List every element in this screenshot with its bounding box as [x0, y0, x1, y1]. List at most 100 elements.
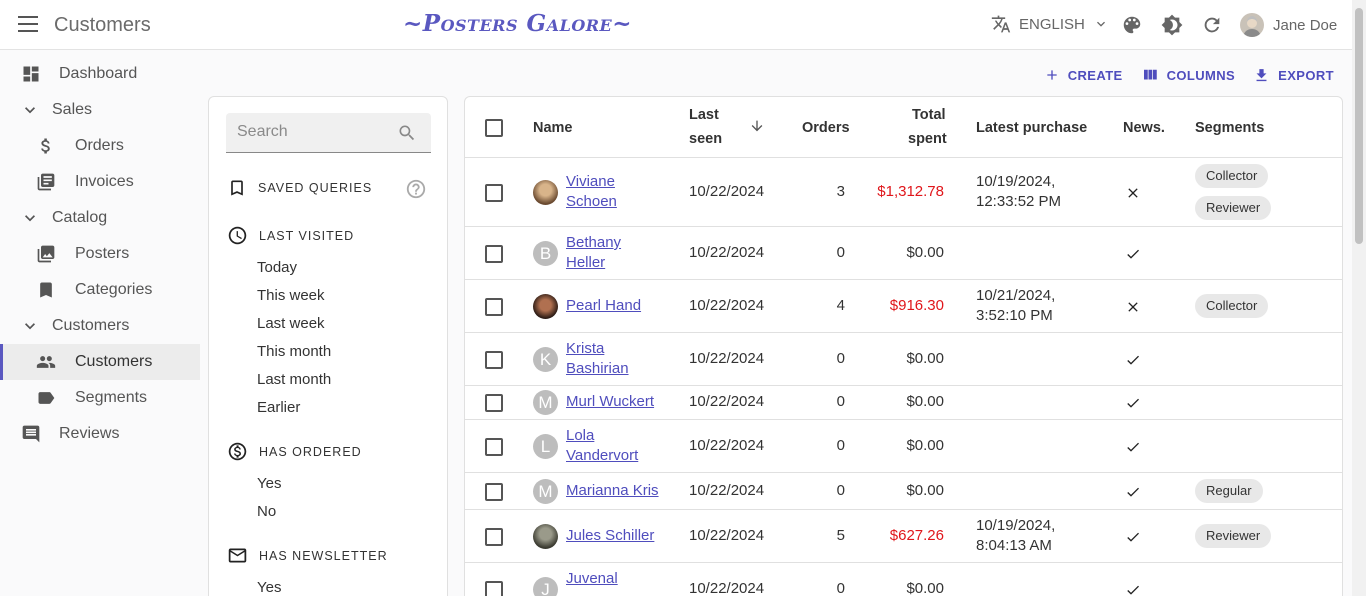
check-icon: [1127, 532, 1139, 542]
customer-name-link[interactable]: Krista Bashirian: [566, 339, 629, 379]
dashboard-icon: [23, 66, 39, 82]
search-input[interactable]: [226, 113, 386, 151]
customers-table: Name Last seen Orders Total spent Latest…: [464, 96, 1343, 596]
table-row[interactable]: Jules Schiller 10/22/2024 5 $627.26 10/1…: [465, 510, 1342, 563]
select-all-checkbox[interactable]: [485, 119, 503, 137]
table-row[interactable]: Viviane Schoen 10/22/2024 3 $1,312.78 10…: [465, 158, 1342, 227]
customer-name-link[interactable]: Marianna Kris: [566, 481, 659, 501]
segment-chip: Reviewer: [1195, 196, 1272, 220]
sidebar-item-segments[interactable]: Segments: [0, 380, 200, 416]
filter-this-week[interactable]: This week: [257, 287, 325, 304]
columns-button[interactable]: COLUMNS: [1141, 66, 1236, 84]
row-checkbox[interactable]: [485, 581, 503, 596]
segment-chip: Collector: [1195, 164, 1269, 188]
search-field[interactable]: [226, 113, 431, 153]
filter-sidebar: SAVED QUERIES LAST VISITED Today This we…: [208, 96, 448, 596]
customer-name-link[interactable]: Murl Wuckert: [566, 392, 654, 412]
help-icon[interactable]: [405, 178, 427, 200]
column-newsletter[interactable]: News.: [1123, 116, 1165, 140]
sidebar-item-posters[interactable]: Posters: [0, 236, 200, 272]
saved-queries-header: SAVED QUERIES: [227, 178, 372, 198]
table-row[interactable]: M Marianna Kris 10/22/2024 0 $0.00 Regul…: [465, 473, 1342, 510]
column-latest-purchase[interactable]: Latest purchase: [976, 116, 1087, 140]
image-icon: [37, 245, 55, 263]
page-scrollbar[interactable]: [1352, 0, 1366, 596]
table-row[interactable]: K Krista Bashirian 10/22/2024 0 $0.00: [465, 333, 1342, 386]
customer-name-link[interactable]: Pearl Hand: [566, 296, 641, 316]
user-menu[interactable]: Jane Doe: [1240, 13, 1337, 37]
column-last-seen-line1[interactable]: Last: [689, 103, 719, 127]
sidebar-item-customers[interactable]: Customers: [0, 344, 200, 380]
customer-name-link[interactable]: Jules Schiller: [566, 526, 654, 546]
latest-purchase: 10/21/2024, 3:52:10 PM: [976, 287, 1056, 324]
customer-name-link[interactable]: Juvenal: [566, 569, 618, 589]
filter-today[interactable]: Today: [257, 259, 297, 276]
sidebar: Dashboard Sales Orders Invoices Catalog …: [0, 56, 200, 452]
row-checkbox[interactable]: [485, 351, 503, 369]
row-checkbox[interactable]: [485, 528, 503, 546]
label-icon: [38, 392, 55, 404]
customer-name-link[interactable]: Lola Vandervort: [566, 426, 638, 466]
row-checkbox[interactable]: [485, 438, 503, 456]
mail-icon: [228, 548, 247, 563]
menu-icon[interactable]: [18, 16, 38, 32]
column-total-line1[interactable]: Total: [912, 103, 946, 127]
last-seen: 10/22/2024: [689, 482, 765, 499]
language-selector[interactable]: ENGLISH: [991, 14, 1109, 34]
last-seen: 10/22/2024: [689, 350, 765, 367]
orders-count: 4: [836, 297, 845, 314]
customer-avatar: L: [533, 434, 558, 459]
filter-ordered-yes[interactable]: Yes: [257, 475, 281, 492]
search-icon: [399, 125, 415, 141]
customer-name-link[interactable]: Viviane Schoen: [566, 172, 617, 212]
customer-avatar: J: [533, 577, 558, 596]
customer-name-link[interactable]: Bethany Heller: [566, 233, 621, 273]
total-spent: $0.00: [906, 393, 944, 410]
filter-newsletter-yes[interactable]: Yes: [257, 579, 281, 596]
sidebar-item-orders[interactable]: Orders: [0, 128, 200, 164]
row-checkbox[interactable]: [485, 483, 503, 501]
sidebar-group-catalog[interactable]: Catalog: [0, 200, 200, 236]
brightness-icon[interactable]: [1161, 14, 1183, 36]
latest-purchase: 10/19/2024, 12:33:52 PM: [976, 173, 1062, 210]
create-button[interactable]: CREATE: [1044, 66, 1123, 84]
table-row[interactable]: L Lola Vandervort 10/22/2024 0 $0.00: [465, 420, 1342, 473]
orders-count: 5: [836, 527, 845, 544]
table-row[interactable]: J Juvenal 10/22/2024 0 $0.00: [465, 563, 1342, 596]
refresh-icon[interactable]: [1201, 14, 1223, 36]
invoices-icon: [37, 173, 55, 191]
column-orders[interactable]: Orders: [802, 116, 850, 140]
column-segments: Segments: [1195, 120, 1265, 136]
table-row[interactable]: M Murl Wuckert 10/22/2024 0 $0.00: [465, 386, 1342, 420]
row-checkbox[interactable]: [485, 245, 503, 263]
column-last-seen-line2[interactable]: seen: [689, 127, 722, 151]
row-checkbox[interactable]: [485, 298, 503, 316]
customer-avatar: [533, 294, 558, 319]
column-name[interactable]: Name: [533, 116, 573, 140]
filter-last-week[interactable]: Last week: [257, 315, 325, 332]
export-button[interactable]: EXPORT: [1253, 66, 1334, 84]
user-avatar: [1240, 13, 1264, 37]
filter-this-month[interactable]: This month: [257, 343, 331, 360]
filter-earlier[interactable]: Earlier: [257, 399, 300, 416]
last-seen: 10/22/2024: [689, 297, 765, 314]
palette-icon[interactable]: [1121, 14, 1143, 36]
orders-count: 0: [836, 393, 845, 410]
row-checkbox[interactable]: [485, 394, 503, 412]
scrollbar-thumb[interactable]: [1355, 8, 1363, 244]
sidebar-item-invoices[interactable]: Invoices: [0, 164, 200, 200]
segment-chip: Regular: [1195, 479, 1263, 503]
sidebar-item-categories[interactable]: Categories: [0, 272, 200, 308]
table-row[interactable]: Pearl Hand 10/22/2024 4 $916.30 10/21/20…: [465, 280, 1342, 333]
row-checkbox[interactable]: [485, 184, 503, 202]
sidebar-item-reviews[interactable]: Reviews: [0, 416, 200, 452]
table-row[interactable]: B Bethany Heller 10/22/2024 0 $0.00: [465, 227, 1342, 280]
sort-down-icon[interactable]: [749, 118, 765, 134]
column-total-line2[interactable]: spent: [908, 127, 947, 151]
sidebar-group-sales[interactable]: Sales: [0, 92, 200, 128]
filter-ordered-no[interactable]: No: [257, 503, 276, 520]
sidebar-item-dashboard[interactable]: Dashboard: [0, 56, 200, 92]
filter-last-month[interactable]: Last month: [257, 371, 331, 388]
total-spent: $1,312.78: [877, 183, 944, 200]
sidebar-group-customers[interactable]: Customers: [0, 308, 200, 344]
